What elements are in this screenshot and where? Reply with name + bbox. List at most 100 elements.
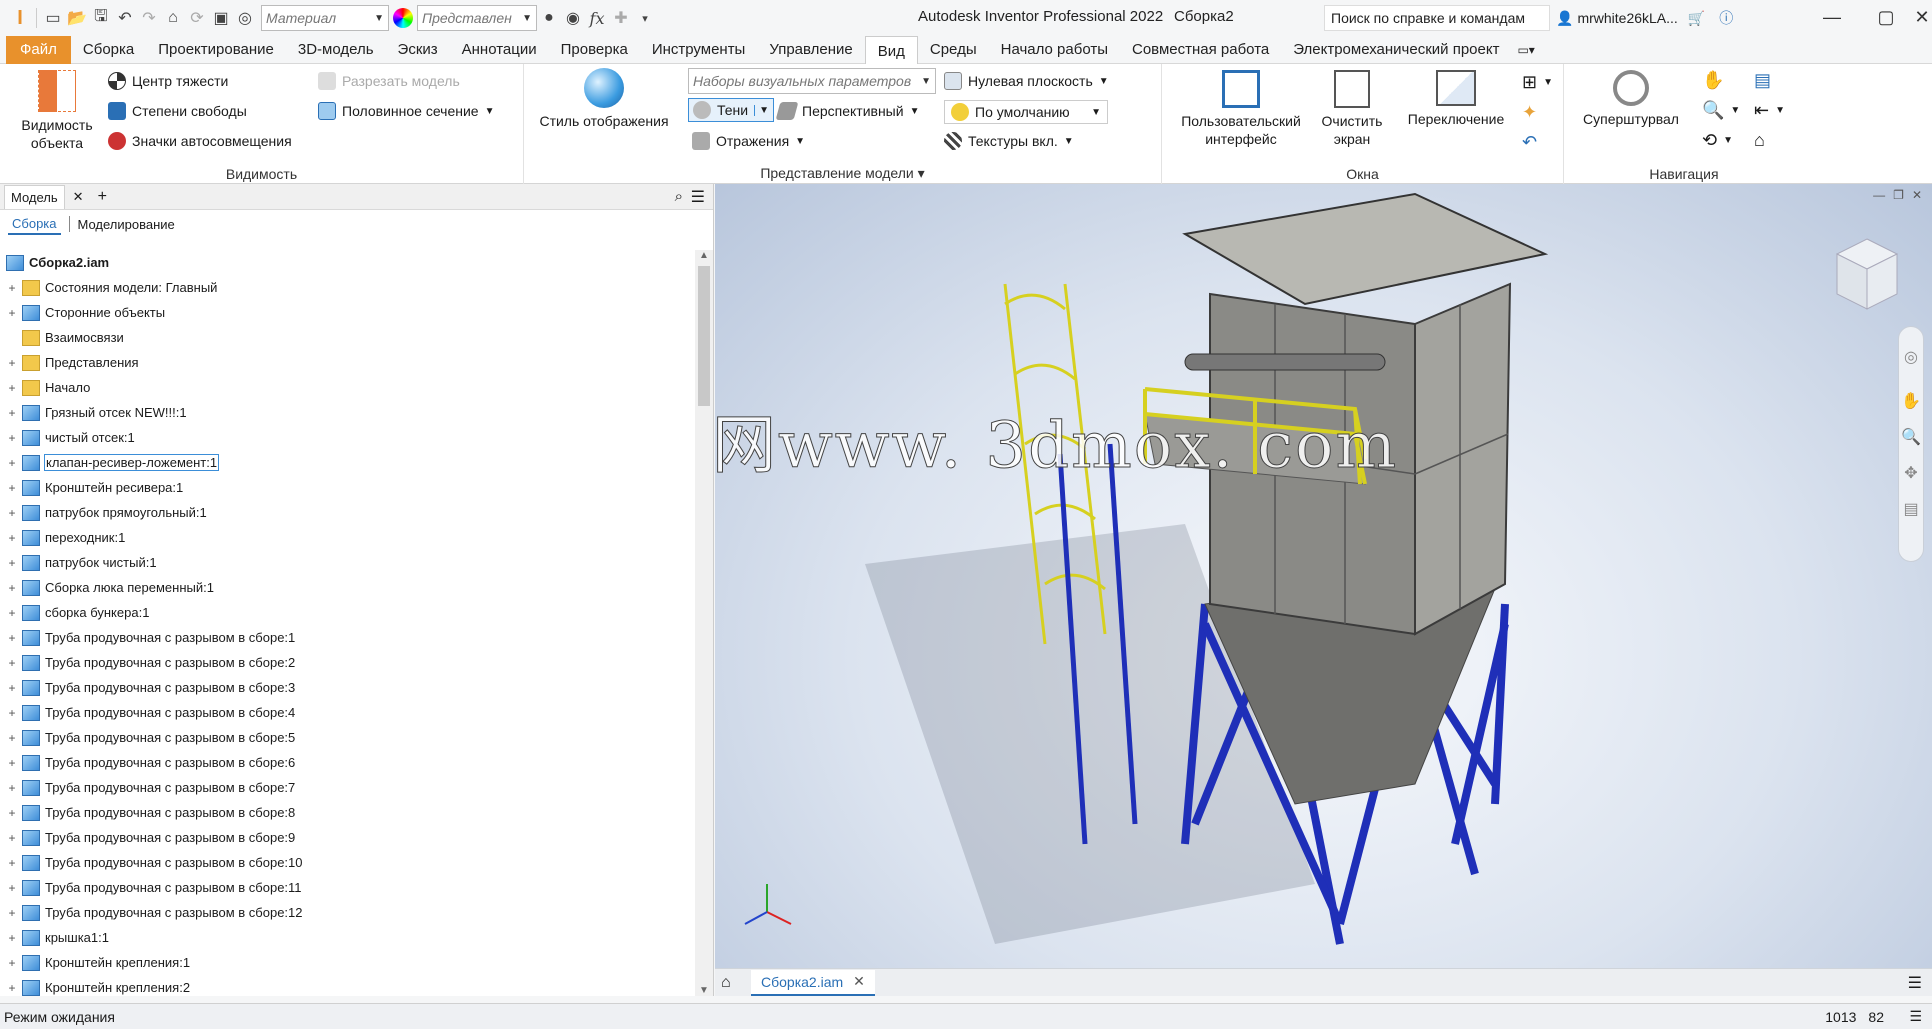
textures-button[interactable]: Текстуры вкл. ▼ [944,132,1074,150]
zoom-icon[interactable]: 🔍 [1899,427,1923,447]
tree-node[interactable]: + Труба продувочная с разрывом в сборе:7 [0,775,694,800]
expand-icon[interactable]: + [6,781,18,795]
expand-icon[interactable]: + [6,381,18,395]
expand-icon[interactable]: + [6,481,18,495]
graphics-viewport[interactable]: — ❐ ✕ 网www. 3dmox. com ◎ ✋ 🔍 ✥ ▤ [715,184,1932,968]
lighting-default-combo[interactable]: По умолчанию ▼ [944,100,1108,124]
look-at-icon[interactable]: ▤ [1899,499,1923,519]
expand-icon[interactable]: + [6,956,18,970]
expand-icon[interactable]: + [6,531,18,545]
expand-icon[interactable]: + [6,931,18,945]
ribbon-toggle-icon[interactable]: ▭▾ [1511,36,1540,64]
tree-node[interactable]: + Представления [0,350,694,375]
color-wheel-icon[interactable] [393,8,413,28]
expand-icon[interactable]: + [6,706,18,720]
tree-node[interactable]: + патрубок прямоугольный:1 [0,500,694,525]
view-face-icon[interactable]: ▤ [1754,70,1771,91]
expand-icon[interactable]: + [6,681,18,695]
tree-node[interactable]: + патрубок чистый:1 [0,550,694,575]
expand-icon[interactable]: + [6,656,18,670]
expand-icon[interactable]: + [6,731,18,745]
fx-icon[interactable]: fx [585,6,609,30]
expand-icon[interactable]: + [6,981,18,995]
tab-tools[interactable]: Инструменты [640,36,758,64]
browser-tab-model[interactable]: Модель [4,184,65,209]
steering-wheel-icon[interactable]: ◎ [1899,347,1923,367]
tree-node[interactable]: + Кронштейн ресивера:1 [0,475,694,500]
expand-icon[interactable]: + [6,556,18,570]
window-back-icon[interactable]: ↶ [1522,132,1537,153]
tree-node[interactable]: + Труба продувочная с разрывом в сборе:3 [0,675,694,700]
help-icon[interactable]: ⓘ [1719,8,1733,28]
tree-node[interactable]: + Начало [0,375,694,400]
perspective-button[interactable]: Перспективный ▼ [775,102,919,120]
home-view-icon[interactable]: ⌂ [1754,130,1765,151]
open-icon[interactable]: 📂 [65,6,89,30]
tree-node[interactable]: + Кронштейн крепления:1 [0,950,694,975]
tree-node[interactable]: + Труба продувочная с разрывом в сборе:5 [0,725,694,750]
tree-node[interactable]: + крышка1:1 [0,925,694,950]
tree-node[interactable]: + Труба продувочная с разрывом в сборе:10 [0,850,694,875]
object-visibility-button[interactable]: Видимость объекта [12,70,102,152]
status-menu-icon[interactable]: ☰ [1909,1008,1922,1025]
orbit-icon[interactable]: ⟲ ▼ [1702,130,1733,151]
tree-node[interactable]: + Труба продувочная с разрывом в сборе:2 [0,650,694,675]
arrange-icon[interactable]: ⊞ ▼ [1522,72,1553,93]
tab-annotate[interactable]: Аннотации [450,36,549,64]
tree-node[interactable]: + Труба продувочная с разрывом в сборе:11 [0,875,694,900]
tab-get-started[interactable]: Начало работы [989,36,1120,64]
tree-node[interactable]: + Труба продувочная с разрывом в сборе:1 [0,625,694,650]
tab-view[interactable]: Вид [864,35,918,66]
maximize-button[interactable]: ▢ [1866,4,1906,30]
plus-icon[interactable]: ✚ [609,6,633,30]
steering-wheel-button[interactable]: Суперштурвал [1576,70,1686,128]
scroll-down-icon[interactable]: ▼ [695,985,713,996]
tree-node[interactable]: + Труба продувочная с разрывом в сборе:12 [0,900,694,925]
tab-electromechanical[interactable]: Электромеханический проект [1281,36,1511,64]
minimize-button[interactable]: — [1812,4,1852,30]
panel-label-appearance[interactable]: Представление модели ▾ [524,165,1161,182]
subtab-modeling[interactable]: Моделирование [78,217,175,232]
zero-plane-button[interactable]: Нулевая плоскость ▼ [944,72,1109,90]
expand-icon[interactable]: + [6,881,18,895]
expand-icon[interactable]: + [6,581,18,595]
zoom-icon[interactable]: 🔍 ▼ [1702,100,1740,121]
customize-icon[interactable]: ▾ [633,6,657,30]
scroll-up-icon[interactable]: ▲ [695,250,713,261]
close-button[interactable]: ✕ [1902,4,1932,30]
redo-icon[interactable]: ↷ [137,6,161,30]
tree-node[interactable]: + клапан-ресивер-ложемент:1 [0,450,694,475]
tab-collaborate[interactable]: Совместная работа [1120,36,1281,64]
tab-sketch[interactable]: Эскиз [386,36,450,64]
tree-node[interactable]: + Кронштейн крепления:2 [0,975,694,996]
tab-assembly[interactable]: Сборка [71,36,146,64]
expand-icon[interactable]: + [6,306,18,320]
expand-icon[interactable]: + [6,406,18,420]
user-account[interactable]: 👤 mrwhite26kLA... 🛒 ⓘ [1556,8,1733,28]
tree-node[interactable]: + сборка бункера:1 [0,600,694,625]
inventor-logo-icon[interactable]: I [8,6,32,30]
center-of-gravity-button[interactable]: Центр тяжести [108,72,228,90]
expand-icon[interactable]: + [6,356,18,370]
subtab-assembly[interactable]: Сборка [8,214,61,235]
save-icon[interactable]: 🖫 [89,6,113,30]
home-icon[interactable]: ⌂ [721,974,731,992]
tree-root[interactable]: Сборка2.iam [0,250,694,275]
user-interface-button[interactable]: Пользовательский интерфейс [1172,70,1310,148]
tab-environments[interactable]: Среды [918,36,989,64]
expand-icon[interactable]: + [6,756,18,770]
dof-button[interactable]: Степени свободы [108,102,247,120]
auto-constraints-button[interactable]: Значки автосовмещения [108,132,292,150]
tree-node[interactable]: + Сборка люка переменный:1 [0,575,694,600]
tab-file[interactable]: Файл [6,35,71,64]
visual-styles-combo[interactable]: Наборы визуальных параметров ▼ [688,68,936,94]
add-tab-icon[interactable]: + [98,188,107,206]
expand-icon[interactable]: + [6,631,18,645]
select-icon[interactable]: ▣ [209,6,233,30]
expand-icon[interactable]: + [6,456,18,470]
expand-icon[interactable]: + [6,606,18,620]
previous-view-icon[interactable]: ⇤ ▼ [1754,100,1785,121]
material-combo[interactable]: Материал ▼ [261,5,389,31]
update-icon[interactable]: ⟳ [185,6,209,30]
tree-node[interactable]: + Труба продувочная с разрывом в сборе:6 [0,750,694,775]
